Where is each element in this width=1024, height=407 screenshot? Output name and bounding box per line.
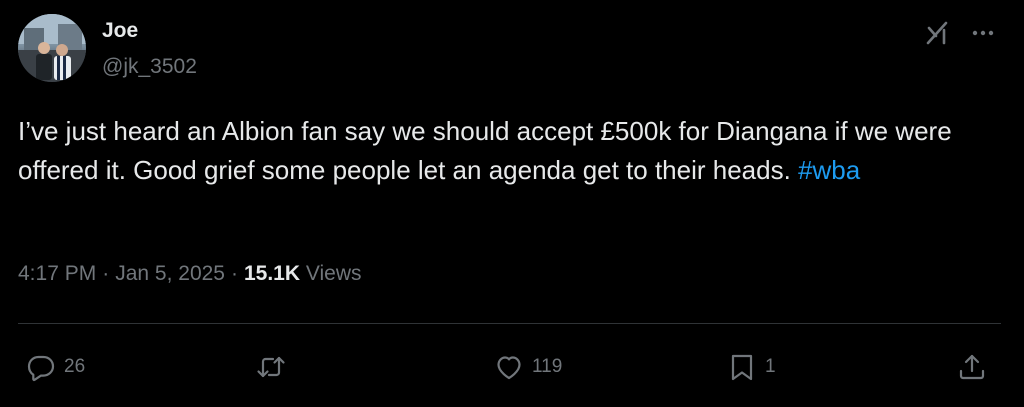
like-count: 119	[532, 356, 563, 377]
bookmark-button[interactable]: 1	[727, 349, 776, 385]
tweet-time[interactable]: 4:17 PM	[18, 262, 96, 285]
retweet-button[interactable]	[256, 349, 294, 385]
like-icon	[497, 356, 521, 380]
tweet-text: I’ve just heard an Albion fan say we sho…	[18, 112, 1008, 190]
tweet-meta: 4:17 PM · Jan 5, 2025 · 15.1K Views	[18, 262, 362, 286]
avatar-photo	[18, 14, 86, 82]
share-icon	[959, 354, 985, 380]
reply-button[interactable]: 26	[26, 349, 85, 385]
views-label: Views	[305, 262, 362, 285]
display-name[interactable]: Joe	[102, 19, 138, 43]
retweet-icon	[257, 356, 285, 378]
share-button[interactable]	[957, 349, 987, 385]
bookmark-icon	[731, 354, 753, 381]
meta-separator: ·	[230, 262, 238, 285]
grok-icon[interactable]	[922, 18, 952, 48]
divider	[18, 323, 1001, 324]
reply-icon	[27, 355, 55, 382]
reply-count: 26	[64, 356, 86, 377]
meta-separator: ·	[102, 262, 110, 285]
more-icon[interactable]	[968, 18, 998, 48]
user-handle[interactable]: @jk_3502	[102, 55, 197, 79]
tweet-date[interactable]: Jan 5, 2025	[115, 262, 225, 285]
avatar[interactable]	[18, 14, 86, 82]
hashtag-link[interactable]: #wba	[798, 155, 860, 185]
tweet-card: Joe @jk_3502 I’ve just heard an Albion f…	[0, 0, 1024, 407]
bookmark-count: 1	[765, 356, 776, 377]
views-count: 15.1K	[243, 262, 301, 285]
like-button[interactable]: 119	[494, 349, 562, 385]
